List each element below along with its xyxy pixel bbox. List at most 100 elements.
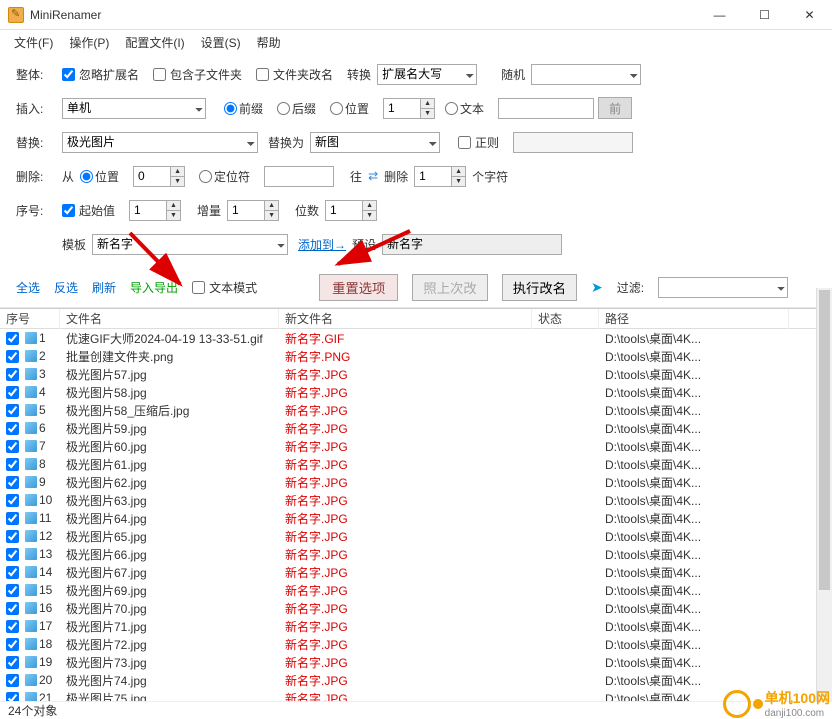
close-button[interactable]: ✕ [787,0,832,30]
table-row[interactable]: 6极光图片59.jpg新名字.JPGD:\tools\桌面\4K... [0,419,832,437]
row-checkbox[interactable] [6,422,19,435]
start-value-input[interactable] [129,200,167,221]
row-checkbox[interactable] [6,332,19,345]
include-subfolders-checkbox[interactable]: 包含子文件夹 [153,66,242,83]
increment-spinner[interactable]: ▲▼ [264,200,279,221]
vertical-scrollbar[interactable] [816,288,832,701]
position-radio[interactable]: 位置 [330,100,369,117]
table-row[interactable]: 10极光图片63.jpg新名字.JPGD:\tools\桌面\4K... [0,491,832,509]
table-row[interactable]: 14极光图片67.jpg新名字.JPGD:\tools\桌面\4K... [0,563,832,581]
del-position-spinner[interactable]: ▲▼ [170,166,185,187]
row-checkbox[interactable] [6,386,19,399]
scrollbar-thumb[interactable] [819,290,830,590]
table-row[interactable]: 1优速GIF大师2024-04-19 13-33-51.gif新名字.GIFD:… [0,329,832,347]
row-checkbox[interactable] [6,440,19,453]
position-value-input[interactable] [383,98,421,119]
row-checkbox[interactable] [6,620,19,633]
del-locator-radio[interactable]: 定位符 [199,168,250,185]
invert-link[interactable]: 反选 [54,279,78,296]
prefix-radio[interactable]: 前缀 [224,100,263,117]
del-position-radio[interactable]: 位置 [80,168,119,185]
row-seq: 12 [39,529,52,543]
del-count-input[interactable] [414,166,452,187]
table-row[interactable]: 3极光图片57.jpg新名字.JPGD:\tools\桌面\4K... [0,365,832,383]
row-checkbox[interactable] [6,404,19,417]
col-status[interactable]: 状态 [532,308,599,329]
maximize-button[interactable]: ☐ [742,0,787,30]
increment-input[interactable] [227,200,265,221]
swap-icon[interactable]: ⇄ [368,169,378,183]
repeat-last-button[interactable]: 照上次改 [412,274,487,301]
filter-combo[interactable] [658,277,788,298]
table-row[interactable]: 19极光图片73.jpg新名字.JPGD:\tools\桌面\4K... [0,653,832,671]
row-checkbox[interactable] [6,530,19,543]
menu-file[interactable]: 文件(F) [8,32,59,53]
convert-combo[interactable]: 扩展名大写 [377,64,477,85]
menu-operate[interactable]: 操作(P) [63,32,115,53]
start-value-checkbox[interactable]: 起始值 [62,202,115,219]
menu-config[interactable]: 配置文件(I) [119,32,190,53]
table-row[interactable]: 15极光图片69.jpg新名字.JPGD:\tools\桌面\4K... [0,581,832,599]
row-checkbox[interactable] [6,566,19,579]
table-row[interactable]: 18极光图片72.jpg新名字.JPGD:\tools\桌面\4K... [0,635,832,653]
replace-from-combo[interactable]: 极光图片 [62,132,258,153]
table-row[interactable]: 16极光图片70.jpg新名字.JPGD:\tools\桌面\4K... [0,599,832,617]
del-count-spinner[interactable]: ▲▼ [451,166,466,187]
row-checkbox[interactable] [6,638,19,651]
row-checkbox[interactable] [6,458,19,471]
start-value-spinner[interactable]: ▲▼ [166,200,181,221]
menu-help[interactable]: 帮助 [251,32,287,53]
insert-mode-combo[interactable]: 单机 [62,98,206,119]
col-name[interactable]: 文件名 [60,308,279,329]
reset-options-button[interactable]: 重置选项 [319,274,398,301]
row-checkbox[interactable] [6,602,19,615]
table-row[interactable]: 2批量创建文件夹.png新名字.PNGD:\tools\桌面\4K... [0,347,832,365]
position-spinner[interactable]: ▲▼ [420,98,435,119]
row-checkbox[interactable] [6,656,19,669]
table-row[interactable]: 7极光图片60.jpg新名字.JPGD:\tools\桌面\4K... [0,437,832,455]
table-row[interactable]: 11极光图片64.jpg新名字.JPGD:\tools\桌面\4K... [0,509,832,527]
table-row[interactable]: 17极光图片71.jpg新名字.JPGD:\tools\桌面\4K... [0,617,832,635]
menu-settings[interactable]: 设置(S) [195,32,247,53]
row-checkbox[interactable] [6,350,19,363]
digits-input[interactable] [325,200,363,221]
text-radio[interactable]: 文本 [445,100,484,117]
random-combo[interactable] [531,64,641,85]
table-row[interactable]: 5极光图片58_压缩后.jpg新名字.JPGD:\tools\桌面\4K... [0,401,832,419]
row-checkbox[interactable] [6,512,19,525]
row-checkbox[interactable] [6,674,19,687]
minimize-button[interactable]: — [697,0,742,30]
rename-folders-checkbox[interactable]: 文件夹改名 [256,66,333,83]
add-to-link[interactable]: 添加到→ [298,236,346,253]
table-row[interactable]: 20极光图片74.jpg新名字.JPGD:\tools\桌面\4K... [0,671,832,689]
go-button[interactable]: 前 [598,97,632,119]
table-row[interactable]: 12极光图片65.jpg新名字.JPGD:\tools\桌面\4K... [0,527,832,545]
regex-checkbox[interactable]: 正则 [458,134,499,151]
text-mode-checkbox[interactable]: 文本模式 [192,279,257,296]
table-row[interactable]: 4极光图片58.jpg新名字.JPGD:\tools\桌面\4K... [0,383,832,401]
insert-text-input[interactable] [498,98,594,119]
row-checkbox[interactable] [6,548,19,561]
col-path[interactable]: 路径 [599,308,789,329]
execute-button[interactable]: 执行改名 [502,274,577,301]
table-row[interactable]: 8极光图片61.jpg新名字.JPGD:\tools\桌面\4K... [0,455,832,473]
del-position-input[interactable] [133,166,171,187]
del-locator-input[interactable] [264,166,334,187]
digits-spinner[interactable]: ▲▼ [362,200,377,221]
table-row[interactable]: 13极光图片66.jpg新名字.JPGD:\tools\桌面\4K... [0,545,832,563]
col-newname[interactable]: 新文件名 [279,308,532,329]
ignore-ext-checkbox[interactable]: 忽略扩展名 [62,66,139,83]
row-checkbox[interactable] [6,476,19,489]
replace-to-combo[interactable]: 新图 [310,132,440,153]
col-seq[interactable]: 序号 [0,308,60,329]
select-all-link[interactable]: 全选 [16,279,40,296]
preset-combo[interactable]: 新名字 [382,234,562,255]
template-combo[interactable]: 新名字 [92,234,288,255]
import-export-link[interactable]: 导入导出 [130,279,178,296]
table-row[interactable]: 9极光图片62.jpg新名字.JPGD:\tools\桌面\4K... [0,473,832,491]
row-checkbox[interactable] [6,584,19,597]
row-checkbox[interactable] [6,368,19,381]
suffix-radio[interactable]: 后缀 [277,100,316,117]
refresh-link[interactable]: 刷新 [92,279,116,296]
row-checkbox[interactable] [6,494,19,507]
